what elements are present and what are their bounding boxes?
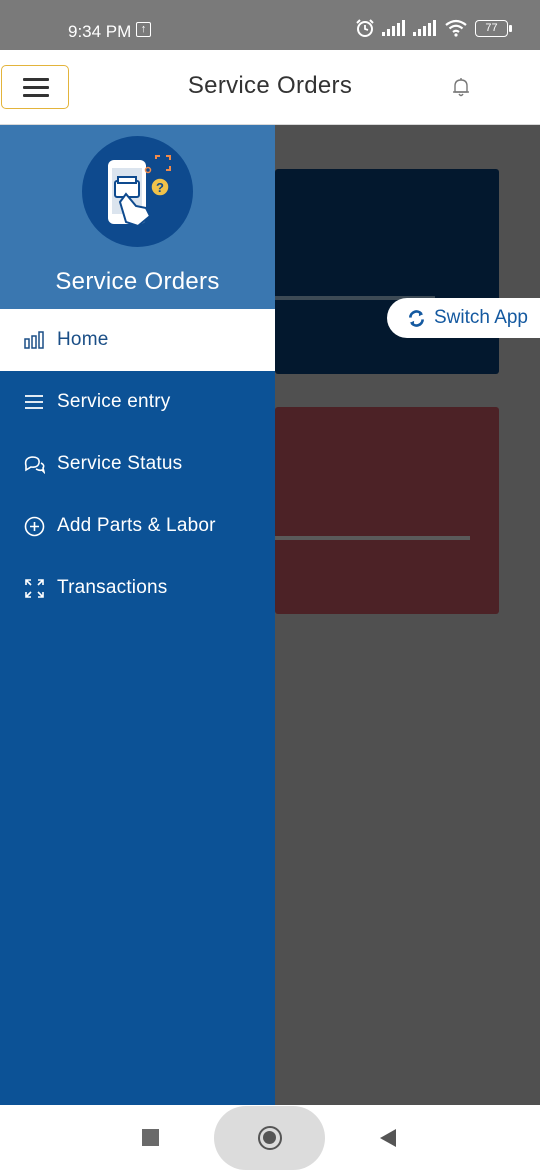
nav-item-label: Transactions — [57, 577, 168, 598]
home-icon[interactable] — [258, 1126, 282, 1150]
phone-hand-icon: ? — [108, 155, 171, 228]
back-icon[interactable] — [380, 1129, 396, 1147]
recent-apps-icon[interactable] — [142, 1129, 159, 1146]
signal-icon — [413, 20, 436, 36]
refresh-icon — [408, 309, 425, 327]
dashboard-card — [275, 169, 499, 374]
navigation-drawer: ? Service Orders Home Service entry Serv… — [0, 125, 275, 1105]
plus-circle-icon — [23, 515, 45, 537]
wifi-icon — [445, 19, 467, 37]
signal-icon — [382, 20, 405, 36]
hamburger-icon — [23, 86, 49, 89]
bar-chart-icon — [23, 329, 45, 351]
hamburger-icon — [23, 78, 49, 81]
system-navigation-bar — [0, 1105, 540, 1170]
alarm-icon — [356, 19, 374, 37]
app-bar: Service Orders — [0, 50, 540, 125]
nav-item-service-status[interactable]: Service Status — [0, 433, 275, 495]
menu-button[interactable] — [1, 65, 69, 109]
svg-text:?: ? — [156, 180, 164, 195]
chat-bubbles-icon — [23, 453, 45, 475]
nav-item-label: Service entry — [57, 391, 171, 412]
status-bar: 9:34 PM ↑ 77 — [0, 0, 540, 50]
nav-item-service-entry[interactable]: Service entry — [0, 371, 275, 433]
list-icon — [23, 391, 45, 413]
nav-item-label: Home — [57, 329, 109, 350]
switch-app-button[interactable]: Switch App — [387, 298, 540, 338]
dashboard-card — [275, 407, 499, 614]
nav-item-label: Add Parts & Labor — [57, 515, 216, 536]
upload-icon: ↑ — [136, 22, 151, 37]
drawer-header: ? Service Orders — [0, 125, 275, 309]
nav-item-home[interactable]: Home — [0, 309, 275, 371]
nav-item-add-parts-labor[interactable]: Add Parts & Labor — [0, 495, 275, 557]
status-time: 9:34 PM — [68, 22, 132, 41]
hamburger-icon — [23, 94, 49, 97]
status-icons: 77 — [355, 18, 512, 38]
drawer-title: Service Orders — [55, 268, 220, 295]
nav-item-transactions[interactable]: Transactions — [0, 557, 275, 619]
nav-item-label: Service Status — [57, 453, 183, 474]
battery-icon: 77 — [475, 19, 512, 37]
card-divider — [275, 536, 470, 540]
switch-app-label: Switch App — [434, 307, 528, 328]
expand-arrows-icon — [23, 577, 45, 599]
bell-icon[interactable] — [450, 76, 472, 98]
service-orders-logo: ? — [82, 136, 193, 247]
